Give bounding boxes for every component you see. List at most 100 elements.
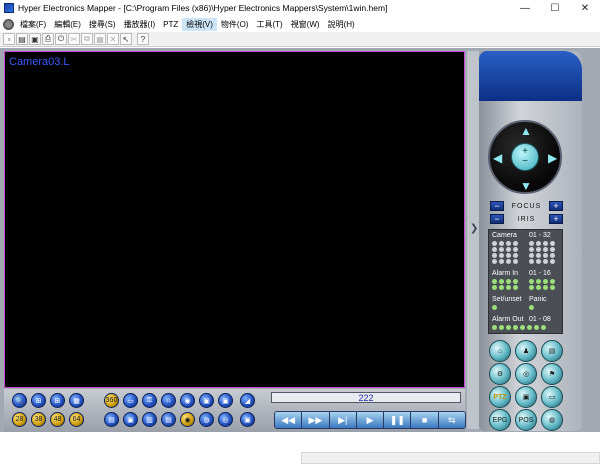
home-icon[interactable]: ⌂ <box>489 340 511 362</box>
snapshot-icon[interactable]: ▣ <box>218 393 233 408</box>
record-icon[interactable]: ▣ <box>199 393 214 408</box>
delete-icon[interactable]: ✕ <box>107 33 119 45</box>
menu-player[interactable]: 播放器(I) <box>120 18 160 31</box>
network-icon[interactable]: ◍ <box>199 412 214 427</box>
menu-file[interactable]: 檔案(F) <box>16 18 50 31</box>
zoom-center-button[interactable]: + − <box>511 143 539 171</box>
pan-down-icon[interactable]: ▼ <box>520 180 532 192</box>
home-icon[interactable]: ⌂ <box>161 393 176 408</box>
alarm-in-dots-right <box>529 279 556 290</box>
play-button[interactable]: ▶ <box>356 412 385 428</box>
layout-38-icon[interactable]: 38 <box>31 412 46 427</box>
bottom-control-bar: 🔍 ⊞ ⊞ ▦ 360 ▭ ⚿ ⌂ ◉ ▣ ▣ ◢ 28 38 48 64 ▤ … <box>4 389 466 432</box>
epg-button[interactable]: EPG <box>489 409 511 431</box>
camera-dots-right <box>529 241 556 264</box>
zoom-icon[interactable]: 🔍 <box>12 393 27 408</box>
close-button[interactable]: ✕ <box>570 0 600 16</box>
layout-9-icon[interactable]: ⊞ <box>50 393 65 408</box>
menu-edit[interactable]: 編輯(E) <box>50 18 85 31</box>
menu-search[interactable]: 搜尋(S) <box>85 18 120 31</box>
panic-dot <box>529 305 556 310</box>
alarm-in-range: 01 - 16 <box>529 270 551 277</box>
camera-icon[interactable]: ◎ <box>515 363 537 385</box>
ptz-button[interactable]: PTZ <box>489 386 511 408</box>
view-360-icon[interactable]: 360 <box>104 393 119 408</box>
map-icon[interactable]: ▣ <box>515 386 537 408</box>
layout-64-icon[interactable]: 64 <box>69 412 84 427</box>
grid-icon[interactable]: ▣ <box>123 412 138 427</box>
menu-ptz[interactable]: PTZ <box>159 18 182 31</box>
app-icon <box>4 3 14 13</box>
display-icon[interactable]: ▭ <box>541 386 563 408</box>
maximize-button[interactable]: ☐ <box>540 0 570 16</box>
video-view[interactable]: Camera03.L <box>4 51 465 388</box>
focus-minus-button[interactable]: − <box>490 201 504 211</box>
switch-mode-button[interactable]: ⇆ <box>438 412 465 428</box>
speaker-icon[interactable]: ◉ <box>180 412 195 427</box>
monitor-icon[interactable]: ▤ <box>541 340 563 362</box>
pan-up-icon[interactable]: ▲ <box>520 125 532 137</box>
new-icon[interactable]: ▫ <box>3 33 15 45</box>
layout-48-icon[interactable]: 48 <box>50 412 65 427</box>
pan-right-icon[interactable]: ▶ <box>548 152 557 164</box>
panel-header <box>479 51 582 101</box>
focus-plus-button[interactable]: + <box>549 201 563 211</box>
app-window: Hyper Electronics Mapper - [C:\Program F… <box>0 0 600 464</box>
minimize-button[interactable]: — <box>510 0 540 16</box>
pos-button[interactable]: POS <box>515 409 537 431</box>
layout-4-icon[interactable]: ⊞ <box>31 393 46 408</box>
ptz-dpad[interactable]: ▲ ▼ ◀ ▶ + − <box>488 120 562 194</box>
cut-icon[interactable]: ✂ <box>68 33 80 45</box>
target-icon[interactable]: ◎ <box>218 412 233 427</box>
globe-icon[interactable]: ◍ <box>541 409 563 431</box>
layout-16-icon[interactable]: ▦ <box>69 393 84 408</box>
fast-forward-button[interactable]: ▶▶ <box>302 412 330 428</box>
menu-window[interactable]: 視窗(W) <box>287 18 324 31</box>
chevron-right-icon[interactable]: ❯ <box>470 223 478 234</box>
title-bar: Hyper Electronics Mapper - [C:\Program F… <box>0 0 600 16</box>
settings-icon[interactable]: ⚙ <box>489 363 511 385</box>
focus-label: FOCUS <box>511 202 542 210</box>
export-icon[interactable]: ▣ <box>240 412 255 427</box>
pan-left-icon[interactable]: ◀ <box>493 152 502 164</box>
columns-icon[interactable]: ▥ <box>142 412 157 427</box>
stop-button[interactable]: ■ <box>411 412 439 428</box>
menu-logo-icon <box>3 18 14 30</box>
copy-icon[interactable]: ⧉ <box>81 33 93 45</box>
alarm-icon[interactable]: ⚑ <box>541 363 563 385</box>
next-frame-button[interactable]: ▶| <box>329 412 357 428</box>
ptz-control-panel: ▲ ▼ ◀ ▶ + − − FOCUS + − IRIS + Camera 01… <box>479 51 582 431</box>
open-icon[interactable]: ▤ <box>16 33 28 45</box>
function-buttons: ⌂ ♟ ▤ ⚙ ◎ ⚑ PTZ ▣ ▭ EPG POS ◍ <box>487 339 569 431</box>
menu-view[interactable]: 檢視(V) <box>182 17 217 31</box>
paste-icon[interactable]: ▦ <box>94 33 106 45</box>
alarm-in-label: Alarm In <box>492 270 519 277</box>
channel-display: 222 <box>271 392 461 403</box>
set-unset-dot <box>492 305 519 310</box>
user-icon[interactable]: ♟ <box>515 340 537 362</box>
print-icon[interactable]: ⎙ <box>42 33 54 45</box>
save-icon[interactable]: ▣ <box>29 33 41 45</box>
iris-minus-button[interactable]: − <box>490 214 504 224</box>
help-icon[interactable]: ? <box>137 33 149 45</box>
menu-tools[interactable]: 工具(T) <box>252 18 286 31</box>
pause-button[interactable]: ❚❚ <box>384 412 412 428</box>
microphone-icon[interactable]: ◉ <box>180 393 195 408</box>
alarm-out-label: Alarm Out <box>492 316 524 323</box>
layout-28-icon[interactable]: 28 <box>12 412 27 427</box>
lock-icon[interactable]: ⚿ <box>142 393 157 408</box>
select-icon[interactable]: ↖ <box>120 33 132 45</box>
rewind-button[interactable]: ◀◀ <box>275 412 303 428</box>
status-strip <box>0 432 600 464</box>
menu-object[interactable]: 物件(O) <box>217 18 253 31</box>
camera-label: Camera03.L <box>9 56 70 68</box>
rows-icon[interactable]: ▤ <box>161 412 176 427</box>
iris-plus-button[interactable]: + <box>549 214 563 224</box>
list-icon[interactable]: ▤ <box>104 412 119 427</box>
power-icon[interactable]: ⏻ <box>55 33 67 45</box>
menu-help[interactable]: 說明(H) <box>324 18 359 31</box>
monitor-icon[interactable]: ▭ <box>123 393 138 408</box>
panel-splitter[interactable]: ❯ <box>467 51 479 429</box>
horizontal-scrollbar[interactable] <box>301 452 600 464</box>
tilt-icon[interactable]: ◢ <box>240 393 255 408</box>
